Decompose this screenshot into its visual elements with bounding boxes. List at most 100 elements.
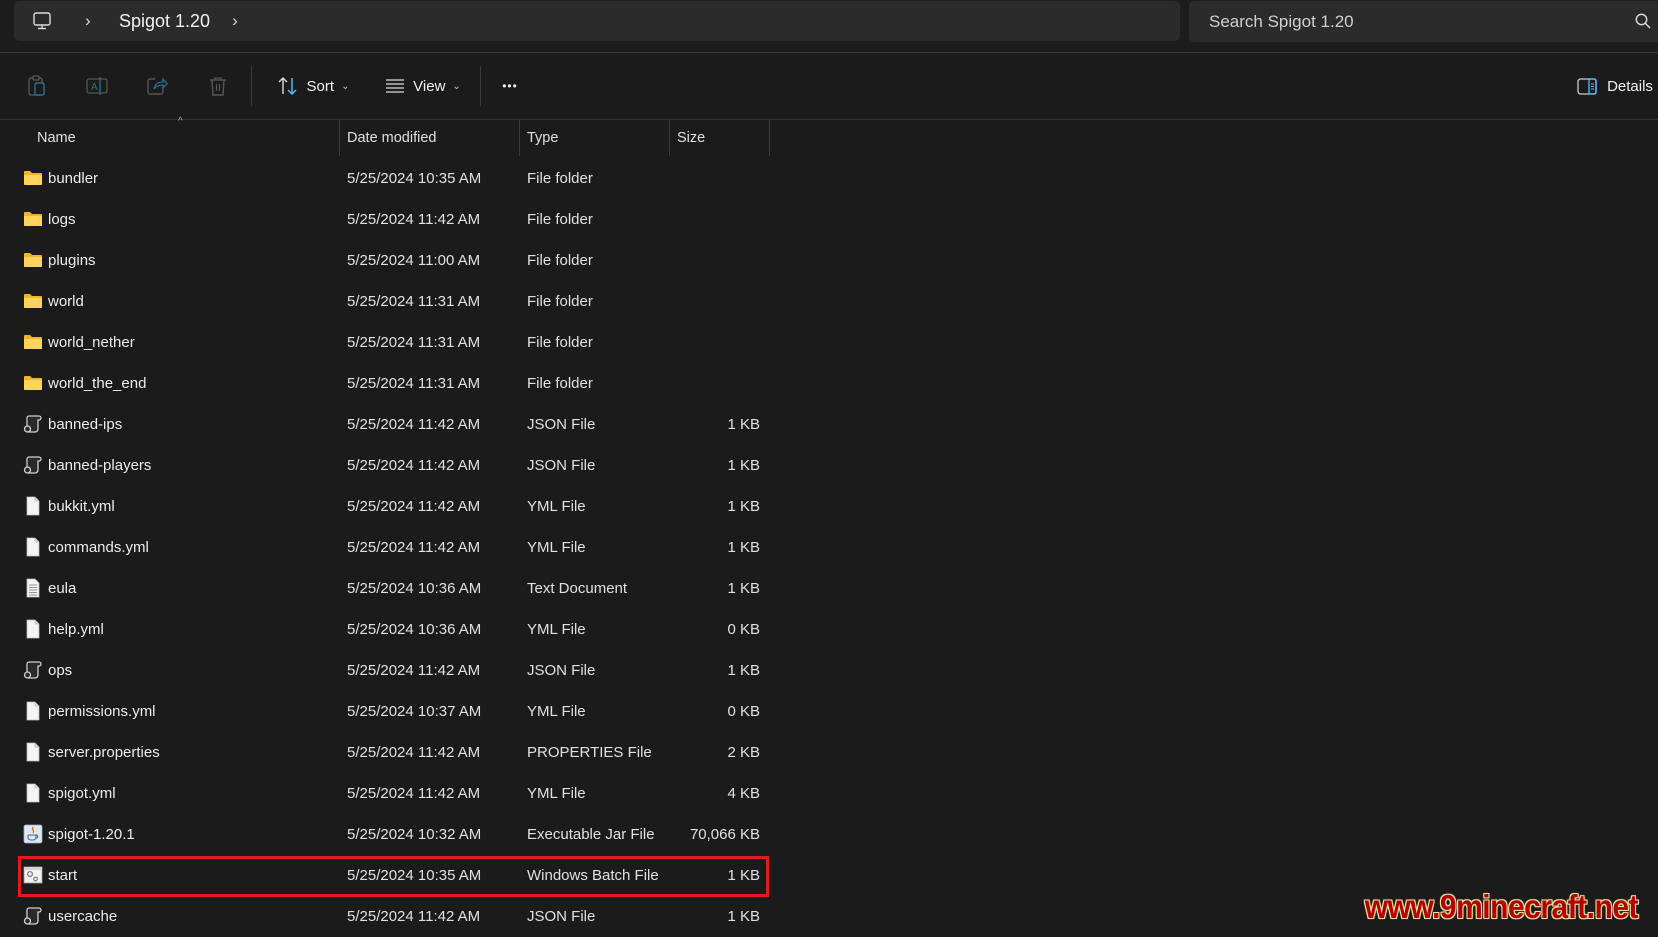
file-name: permissions.yml [48, 703, 156, 720]
view-button[interactable]: View ⌄ [378, 53, 468, 119]
column-resize-handle[interactable] [769, 120, 770, 156]
file-name: usercache [48, 908, 118, 925]
text-document-icon [23, 578, 43, 598]
search-box[interactable] [1189, 1, 1658, 42]
file-size: 1 KB [727, 539, 760, 556]
file-name: spigot.yml [48, 785, 116, 802]
batch-file-icon [23, 865, 43, 885]
file-type: File folder [527, 293, 593, 310]
more-options-button[interactable]: ••• [494, 53, 526, 119]
sort-label: Sort [306, 77, 335, 95]
file-row[interactable]: ops 5/25/2024 11:42 AM JSON File 1 KB [0, 650, 1658, 691]
delete-icon [210, 77, 226, 96]
file-type: Executable Jar File [527, 826, 655, 843]
file-size: 1 KB [727, 457, 760, 474]
json-script-icon [23, 414, 43, 434]
delete-button[interactable] [203, 53, 233, 119]
file-size: 4 KB [727, 785, 760, 802]
file-size: 70,066 KB [689, 826, 760, 843]
column-header-name[interactable]: Name [37, 120, 337, 156]
file-type: YML File [527, 539, 586, 556]
column-header-date[interactable]: Date modified [347, 120, 517, 156]
this-pc-icon[interactable] [31, 10, 53, 32]
file-date-modified: 5/25/2024 11:31 AM [347, 293, 481, 310]
file-row[interactable]: spigot.yml 5/25/2024 11:42 AM YML File 4 KB [0, 773, 1658, 814]
file-size: 1 KB [727, 908, 760, 925]
file-row[interactable]: help.yml 5/25/2024 10:36 AM YML File 0 KB [0, 609, 1658, 650]
file-name: start [48, 867, 78, 884]
rename-icon: A [86, 77, 108, 95]
file-row[interactable]: world 5/25/2024 11:31 AM File folder [0, 281, 1658, 322]
folder-icon [23, 168, 43, 188]
file-row[interactable]: world_the_end 5/25/2024 11:31 AM File fold… [0, 363, 1658, 404]
address-bar[interactable]: › Spigot 1.20 › [14, 1, 1180, 41]
file-date-modified: 5/25/2024 11:42 AM [347, 785, 481, 802]
file-size: 0 KB [727, 621, 760, 638]
file-date-modified: 5/25/2024 11:42 AM [347, 662, 481, 679]
file-date-modified: 5/25/2024 11:42 AM [347, 744, 481, 761]
search-input[interactable] [1207, 10, 1601, 33]
view-icon [386, 79, 405, 93]
file-row[interactable]: world_nether 5/25/2024 11:31 AM File folde… [0, 322, 1658, 363]
file-row[interactable]: bundler 5/25/2024 10:35 AM File folder [0, 158, 1658, 199]
file-name: help.yml [48, 621, 104, 638]
file-date-modified: 5/25/2024 11:31 AM [347, 334, 481, 351]
file-date-modified: 5/25/2024 11:42 AM [347, 908, 481, 925]
file-size: 0 KB [727, 703, 760, 720]
folder-icon [23, 291, 43, 311]
file-name: world_nether [48, 334, 135, 351]
file-name: banned-ips [48, 416, 123, 433]
rename-button[interactable]: A [82, 53, 112, 119]
file-row[interactable]: banned-ips 5/25/2024 11:42 AM JSON File 1 K… [0, 404, 1658, 445]
column-resize-handle[interactable] [669, 120, 670, 156]
chevron-down-icon: ⌄ [452, 80, 461, 92]
chevron-right-icon[interactable]: › [232, 11, 238, 31]
file-type: YML File [527, 621, 586, 638]
column-resize-handle[interactable] [519, 120, 520, 156]
sort-button[interactable]: Sort ⌄ [268, 53, 358, 119]
breadcrumb-spigot[interactable]: Spigot 1.20 [119, 11, 210, 32]
json-script-icon [23, 906, 43, 926]
file-size: 1 KB [727, 662, 760, 679]
details-pane-icon [1577, 77, 1597, 95]
file-name: plugins [48, 252, 96, 269]
file-date-modified: 5/25/2024 11:42 AM [347, 211, 481, 228]
file-date-modified: 5/25/2024 11:42 AM [347, 539, 481, 556]
file-row[interactable]: eula 5/25/2024 10:36 AM Text Document 1 KB [0, 568, 1658, 609]
column-resize-handle[interactable] [339, 120, 340, 156]
chevron-right-icon[interactable]: › [85, 11, 95, 31]
column-header-type[interactable]: Type [527, 120, 667, 156]
file-type: Text Document [527, 580, 628, 597]
file-type: JSON File [527, 908, 596, 925]
file-type: File folder [527, 252, 593, 269]
file-row[interactable]: commands.yml 5/25/2024 11:42 AM YML File 1 … [0, 527, 1658, 568]
json-script-icon [23, 660, 43, 680]
file-date-modified: 5/25/2024 11:31 AM [347, 375, 481, 392]
file-date-modified: 5/25/2024 11:42 AM [347, 416, 481, 433]
file-date-modified: 5/25/2024 11:42 AM [347, 457, 481, 474]
column-header-size[interactable]: Size [677, 120, 767, 156]
file-row[interactable]: server.properties 5/25/2024 11:42 AM PROPE… [0, 732, 1658, 773]
file-row[interactable]: bukkit.yml 5/25/2024 11:42 AM YML File 1 KB [0, 486, 1658, 527]
file-row[interactable]: banned-players 5/25/2024 11:42 AM JSON Fil… [0, 445, 1658, 486]
svg-text:A: A [91, 82, 98, 93]
file-name: banned-players [48, 457, 152, 474]
file-type: JSON File [527, 416, 596, 433]
file-type: File folder [527, 334, 593, 351]
file-name: world_the_end [48, 375, 147, 392]
file-row[interactable]: logs 5/25/2024 11:42 AM File folder [0, 199, 1658, 240]
file-row[interactable]: plugins 5/25/2024 11:00 AM File folder [0, 240, 1658, 281]
file-row[interactable]: permissions.yml 5/25/2024 10:37 AM YML Fil… [0, 691, 1658, 732]
chevron-down-icon: ⌄ [341, 80, 350, 92]
share-button[interactable] [142, 53, 172, 119]
file-type: YML File [527, 498, 586, 515]
file-size: 2 KB [727, 744, 760, 761]
file-name: world [48, 293, 84, 310]
file-icon [23, 537, 43, 557]
file-name: spigot-1.20.1 [48, 826, 135, 843]
file-size: 1 KB [727, 867, 760, 884]
details-pane-button[interactable]: Details [1572, 53, 1658, 119]
file-row[interactable]: spigot-1.20.1 5/25/2024 10:32 AM Executabl… [0, 814, 1658, 855]
search-icon[interactable] [1634, 12, 1652, 34]
paste-button[interactable] [22, 53, 52, 119]
